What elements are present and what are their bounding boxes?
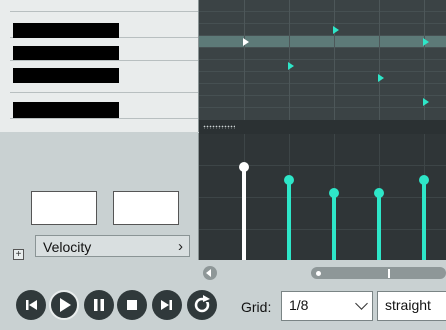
- zoom-center-icon: [388, 269, 390, 278]
- pitch-row-line: [199, 23, 446, 24]
- grid-select[interactable]: 1/8: [281, 291, 373, 321]
- velocity-stem[interactable]: [377, 192, 381, 260]
- selected-pitch-row: [199, 36, 446, 47]
- midi-note[interactable]: [287, 62, 294, 70]
- pitch-row-line: [199, 95, 446, 96]
- velocity-handle[interactable]: [329, 187, 339, 198]
- velocity-gridline: [199, 197, 446, 198]
- chevron-down-icon: [355, 297, 368, 310]
- swing-value: straight: [385, 297, 431, 313]
- beat-line: [379, 0, 380, 132]
- selected-note[interactable]: [242, 38, 249, 46]
- velocity-handle[interactable]: [239, 161, 249, 172]
- cc-lane-label: Velocity: [43, 239, 92, 255]
- repeat-icon: [194, 295, 210, 313]
- black-key[interactable]: [13, 23, 119, 38]
- horizontal-scrollbar[interactable]: [199, 262, 446, 284]
- black-key[interactable]: [13, 68, 119, 83]
- pause-icon: [94, 299, 104, 311]
- scroll-left-icon[interactable]: [203, 266, 217, 280]
- go-to-start-icon: [26, 300, 37, 310]
- pitch-row-line: [199, 11, 446, 12]
- piano-keyboard[interactable]: [0, 0, 199, 132]
- midi-note[interactable]: [332, 26, 339, 34]
- add-lane-icon[interactable]: +: [13, 249, 24, 260]
- go-to-end-button[interactable]: [152, 290, 182, 320]
- pitch-row-line: [199, 83, 446, 84]
- beat-line: [244, 0, 245, 132]
- play-button[interactable]: [49, 290, 79, 320]
- beat-line: [334, 0, 335, 132]
- velocity-handle[interactable]: [419, 174, 429, 185]
- white-key[interactable]: [10, 60, 198, 61]
- velocity-stem[interactable]: [242, 166, 246, 260]
- cc-lane-selector[interactable]: Velocity ›: [35, 235, 190, 257]
- white-key[interactable]: [10, 118, 198, 119]
- white-key[interactable]: [10, 92, 198, 93]
- velocity-lane[interactable]: [199, 134, 446, 260]
- white-key[interactable]: [10, 11, 198, 12]
- cc-value-box[interactable]: [113, 191, 179, 225]
- beat-line: [424, 0, 425, 132]
- velocity-gridline: [199, 229, 446, 230]
- zoom-handle-icon[interactable]: [316, 271, 321, 276]
- play-icon: [60, 298, 71, 312]
- pitch-row-line: [199, 35, 446, 36]
- pitch-row-line: [199, 71, 446, 72]
- repeat-button[interactable]: [187, 290, 217, 320]
- swing-select[interactable]: straight: [377, 291, 446, 321]
- pause-button[interactable]: [84, 290, 114, 320]
- lane-splitter[interactable]: [199, 120, 446, 134]
- black-key[interactable]: [13, 102, 119, 118]
- velocity-stem[interactable]: [422, 179, 426, 260]
- cc-lane-panel: + Velocity ›: [0, 133, 199, 260]
- black-key[interactable]: [13, 46, 119, 60]
- go-to-start-button[interactable]: [16, 290, 46, 320]
- midi-note[interactable]: [422, 98, 429, 106]
- stop-icon: [127, 300, 137, 310]
- velocity-stem[interactable]: [287, 179, 291, 260]
- chevron-right-icon: ›: [178, 238, 183, 255]
- splitter-grip-icon[interactable]: [203, 125, 235, 129]
- velocity-handle[interactable]: [284, 174, 294, 185]
- velocity-handle[interactable]: [374, 187, 384, 198]
- transport-bar: Grid: 1/8 straight: [0, 287, 446, 330]
- scroll-thumb[interactable]: [311, 267, 446, 279]
- midi-note[interactable]: [422, 38, 429, 46]
- cc-value-box[interactable]: [31, 191, 97, 225]
- midi-note[interactable]: [377, 74, 384, 82]
- pitch-row-line: [199, 107, 446, 108]
- piano-roll-grid[interactable]: [199, 0, 446, 132]
- pitch-row-line: [199, 59, 446, 60]
- go-to-end-icon: [161, 300, 172, 310]
- velocity-stem[interactable]: [332, 192, 336, 260]
- grid-label: Grid:: [241, 299, 272, 315]
- velocity-gridline: [199, 165, 446, 166]
- stop-button[interactable]: [117, 290, 147, 320]
- pitch-row-line: [199, 47, 446, 48]
- grid-value: 1/8: [289, 297, 309, 313]
